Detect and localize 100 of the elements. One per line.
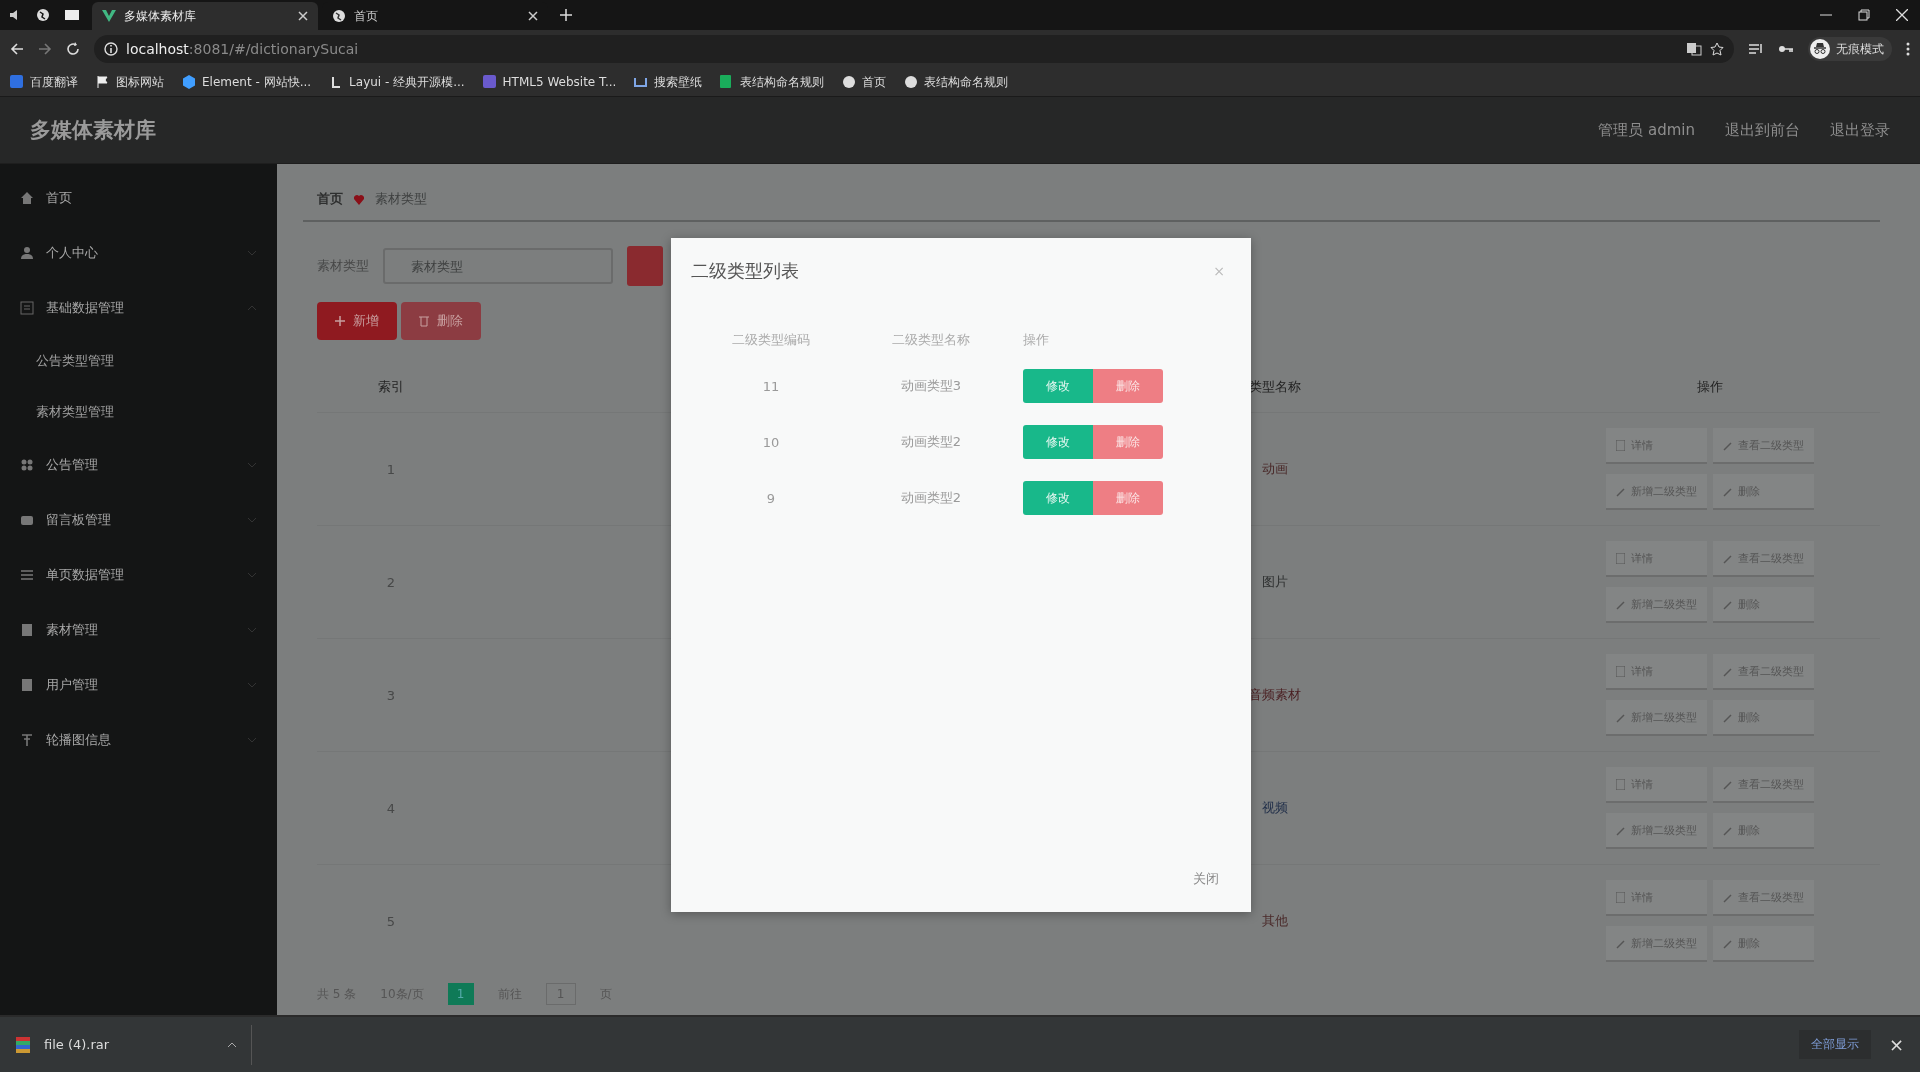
submenu-item[interactable]: 公告类型管理: [0, 335, 277, 386]
heart-icon: [353, 193, 365, 205]
header-link[interactable]: 退出到前台: [1725, 120, 1800, 140]
show-all-button[interactable]: 全部显示: [1798, 1030, 1871, 1059]
close-icon[interactable]: [298, 11, 308, 21]
document-icon: [1616, 439, 1625, 451]
incognito-icon: [1810, 39, 1830, 59]
edit-icon: [1723, 485, 1732, 497]
bookmark[interactable]: 图标网站: [96, 73, 164, 91]
v-logo-icon: [102, 10, 116, 22]
menu-icon: [20, 567, 34, 582]
menu-item[interactable]: 个人中心: [0, 225, 277, 280]
document-icon: [20, 622, 34, 637]
breadcrumb-link[interactable]: 首页: [317, 190, 343, 208]
chevron-up-icon: [247, 304, 257, 311]
forward-icon[interactable]: [38, 42, 52, 56]
chevron-down-icon: [247, 461, 257, 468]
edit-icon: [1723, 711, 1732, 723]
chevron-down-icon: [247, 571, 257, 578]
close-icon[interactable]: [528, 11, 538, 21]
chevron-down-icon: [247, 516, 257, 523]
delete-button[interactable]: 删除: [1093, 425, 1163, 459]
home-icon: [20, 190, 34, 205]
menu-item[interactable]: 用户管理: [0, 657, 277, 712]
close-icon[interactable]: [1896, 9, 1908, 21]
add-button[interactable]: 新增: [317, 302, 397, 340]
table-cell-text: 10: [761, 433, 781, 452]
document-icon: [1616, 665, 1625, 677]
chevron-down-icon: [247, 249, 257, 256]
url-text: localhost:8081/#/dictionarySucai: [126, 41, 359, 57]
edit-icon: [1616, 824, 1625, 836]
new-tab-icon[interactable]: [560, 9, 572, 21]
bookmark[interactable]: 表结构命名规则: [904, 73, 1009, 91]
table-cell-text: 动画类型3: [899, 377, 963, 395]
more-icon[interactable]: [1906, 42, 1910, 56]
search-field[interactable]: 素材类型: [383, 248, 613, 284]
edit-button[interactable]: 修改: [1023, 425, 1093, 459]
submenu-item[interactable]: 素材类型管理: [0, 386, 277, 437]
menu-item[interactable]: 单页数据管理: [0, 547, 277, 602]
bookmark[interactable]: 首页: [842, 73, 887, 91]
delete-button[interactable]: 删除: [1093, 369, 1163, 403]
chevron-down-icon: [247, 681, 257, 688]
close-button[interactable]: ×: [1882, 1033, 1910, 1056]
back-icon[interactable]: [10, 42, 24, 56]
delete-button[interactable]: 删除: [1093, 481, 1163, 515]
chevron-down-icon: [247, 736, 257, 743]
user-icon: [20, 245, 34, 260]
playlist-icon[interactable]: [1748, 42, 1764, 56]
download-item[interactable]: file (4).rar: [0, 1024, 252, 1065]
menu-item[interactable]: 公告管理: [0, 437, 277, 492]
menu-item[interactable]: 基础数据管理: [0, 280, 277, 335]
bookmark[interactable]: 百度翻译: [10, 73, 78, 91]
edit-icon: [1723, 891, 1732, 903]
column-header: 二级类型名称: [891, 331, 971, 349]
menu-item[interactable]: 轮播图信息: [0, 712, 277, 767]
edit-icon: [1723, 937, 1732, 949]
bookmark[interactable]: HTML5 Website T...: [482, 75, 617, 89]
menu-item[interactable]: 素材管理: [0, 602, 277, 657]
edit-button[interactable]: 修改: [1023, 369, 1093, 403]
browser-tab[interactable]: 多媒体素材库: [92, 2, 318, 30]
close-button[interactable]: ×: [1207, 262, 1231, 280]
key-icon[interactable]: [1778, 44, 1794, 54]
list-icon: [20, 300, 34, 315]
table-cell-text: 图片: [1261, 573, 1289, 591]
flag-icon: [96, 75, 110, 89]
restore-icon[interactable]: [1858, 9, 1870, 21]
menu-item[interactable]: 首页: [0, 170, 277, 225]
bookmark[interactable]: 表结构命名规则: [720, 73, 825, 91]
chevron-down-icon: [247, 626, 257, 633]
breadcrumb-item: 素材类型: [375, 190, 427, 208]
edit-icon: [1616, 711, 1625, 723]
document-icon: [1616, 891, 1625, 903]
bookmark[interactable]: Element - 网站快...: [182, 73, 312, 91]
table-cell-text: 动画类型2: [899, 489, 963, 507]
table-cell-text: 其他: [1261, 912, 1289, 930]
window-icon[interactable]: [64, 8, 80, 22]
archive-icon: [16, 1036, 30, 1053]
reload-icon[interactable]: [66, 42, 80, 56]
table-cell-text: 动画类型2: [899, 433, 963, 451]
edit-icon: [1616, 937, 1625, 949]
page-button[interactable]: 1: [447, 983, 474, 1005]
star-icon[interactable]: [1710, 42, 1724, 56]
profile-button[interactable]: 无痕模式: [1808, 37, 1892, 61]
edit-icon: [1723, 824, 1732, 836]
document-icon: [20, 677, 34, 692]
table-cell-text: 视频: [1261, 799, 1289, 817]
header-link[interactable]: 退出登录: [1830, 120, 1890, 140]
bookmark[interactable]: 搜索壁纸: [634, 73, 703, 91]
column-header: 二级类型编码: [731, 331, 811, 349]
edit-icon: [1616, 598, 1625, 610]
delete-button[interactable]: 删除: [401, 302, 481, 340]
address-bar[interactable]: localhost:8081/#/dictionarySucai: [94, 35, 1734, 63]
hexagon-icon: [182, 75, 196, 89]
pin-icon: [20, 732, 34, 747]
menu-item[interactable]: 留言板管理: [0, 492, 277, 547]
app-title: 多媒体素材库: [30, 117, 156, 144]
edit-button[interactable]: 修改: [1023, 481, 1093, 515]
edit-icon: [1723, 665, 1732, 677]
bookmark[interactable]: Layui - 经典开源模...: [329, 73, 465, 91]
column-header: 索引: [377, 378, 405, 396]
